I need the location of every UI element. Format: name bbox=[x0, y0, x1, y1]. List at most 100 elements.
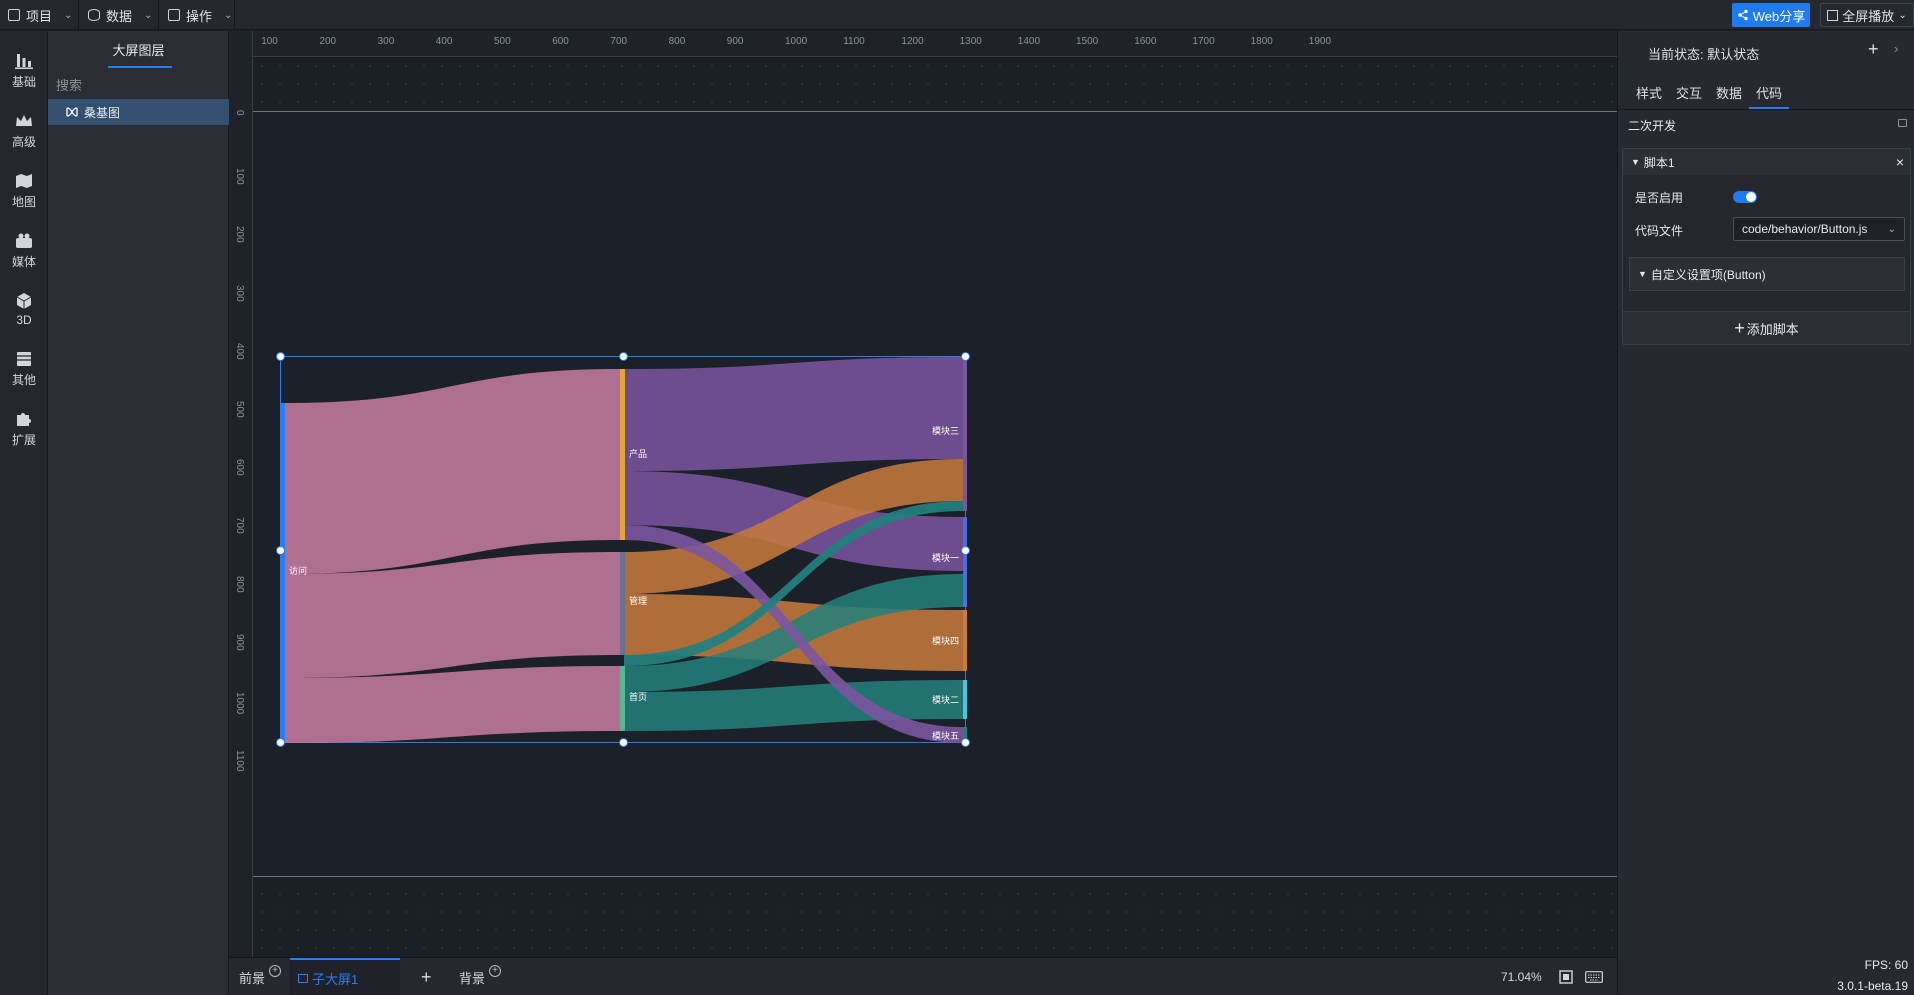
sankey-node-label: 产品 bbox=[629, 448, 647, 459]
enabled-toggle[interactable] bbox=[1733, 191, 1757, 203]
ruler-tick-label: 1000 bbox=[785, 36, 808, 47]
category-other[interactable]: 其他 bbox=[0, 341, 48, 397]
vertical-ruler[interactable]: 0 100 200 300 400 500 600 700 800 900 1000 1100 bbox=[229, 31, 253, 957]
menu-data-label: 数据 bbox=[106, 8, 133, 24]
add-circle-icon[interactable]: + bbox=[489, 965, 502, 977]
script-header[interactable]: ▼ 脚本1 × bbox=[1623, 149, 1910, 175]
fit-screen-button[interactable] bbox=[1559, 958, 1573, 995]
layer-search-input[interactable] bbox=[56, 73, 221, 97]
chevron-down-icon: ⌄ bbox=[1898, 9, 1907, 21]
tab-code[interactable]: 代码 bbox=[1756, 83, 1782, 102]
resize-handle-l[interactable] bbox=[276, 546, 285, 555]
menu-project-label: 项目 bbox=[26, 8, 53, 24]
fit-screen-icon bbox=[1559, 970, 1573, 984]
camera-icon bbox=[16, 233, 32, 248]
ruler-tick-label: 300 bbox=[377, 36, 395, 47]
add-circle-icon[interactable]: + bbox=[269, 965, 282, 977]
layer-item-sankey[interactable]: 桑基图 bbox=[48, 99, 229, 125]
sankey-node-module1[interactable] bbox=[963, 517, 967, 607]
layer-panel-title[interactable]: 大屏图层 bbox=[48, 31, 229, 67]
sankey-link[interactable] bbox=[624, 357, 963, 471]
zoom-value: 71.04% bbox=[1501, 970, 1542, 984]
horizontal-ruler[interactable]: 100 200 300 400 500 600 700 800 900 1000 1100 1200 1… bbox=[229, 31, 1617, 57]
tab-style[interactable]: 样式 bbox=[1636, 83, 1662, 102]
table-icon bbox=[17, 352, 31, 366]
sankey-node-module3[interactable] bbox=[963, 357, 967, 511]
category-3d[interactable]: 3D bbox=[0, 281, 48, 337]
current-state-label: 当前状态: 默认状态 bbox=[1648, 47, 1760, 62]
ruler-tick-label: 600 bbox=[234, 459, 245, 476]
web-share-button[interactable]: Web分享 bbox=[1732, 3, 1810, 27]
sankey-node-source[interactable] bbox=[281, 403, 285, 743]
sankey-node-product[interactable] bbox=[620, 369, 625, 540]
category-other-label: 其他 bbox=[11, 373, 36, 387]
category-3d-label: 3D bbox=[16, 312, 32, 327]
sankey-node-label: 模块二 bbox=[932, 694, 959, 705]
resize-handle-bl[interactable] bbox=[276, 738, 285, 747]
resize-handle-r[interactable] bbox=[961, 546, 970, 555]
chevron-right-icon[interactable]: › bbox=[1894, 41, 1898, 56]
ruler-tick-label: 500 bbox=[234, 401, 245, 418]
category-extension[interactable]: 扩展 bbox=[0, 401, 48, 457]
tab-background[interactable]: 背景 + bbox=[459, 958, 502, 995]
ruler-tick-label: 700 bbox=[610, 36, 628, 47]
editor-canvas[interactable]: 访问 产品 管理 首页 模块三 模块一 模块四 模块二 模块五 bbox=[253, 57, 1617, 957]
database-icon bbox=[88, 9, 100, 21]
script-panel: ▼ 脚本1 × 是否启用 代码文件 code/behavior/Button.j… bbox=[1622, 148, 1911, 330]
add-state-button[interactable]: + bbox=[1868, 39, 1879, 60]
ruler-tick-label: 400 bbox=[435, 36, 453, 47]
fullscreen-button[interactable]: 全屏播放 ⌄ bbox=[1820, 3, 1914, 27]
tab-background-label: 背景 bbox=[459, 970, 486, 986]
caret-down-icon: ▼ bbox=[1631, 157, 1640, 167]
resize-handle-b[interactable] bbox=[619, 738, 628, 747]
ruler-tick-label: 500 bbox=[494, 36, 511, 47]
add-subscreen-button[interactable]: + bbox=[421, 958, 432, 995]
ruler-tick-label: 100 bbox=[261, 36, 278, 47]
lock-icon[interactable] bbox=[1898, 119, 1907, 127]
menu-data[interactable]: 数据 ⌄ bbox=[88, 0, 152, 30]
ruler-tick-label: 900 bbox=[234, 633, 245, 651]
keyboard-shortcuts-button[interactable] bbox=[1585, 958, 1603, 995]
fps-counter: FPS: 60 bbox=[1864, 958, 1908, 972]
tab-foreground[interactable]: 前景 + bbox=[239, 958, 282, 995]
ruler-tick-label: 1100 bbox=[234, 750, 245, 772]
resize-handle-t[interactable] bbox=[619, 352, 628, 361]
sankey-link[interactable] bbox=[285, 369, 620, 574]
sankey-chart[interactable]: 访问 产品 管理 首页 模块三 模块一 模块四 模块二 模块五 bbox=[276, 352, 970, 747]
sankey-node-label: 首页 bbox=[629, 691, 647, 702]
ruler-tick-label: 900 bbox=[726, 36, 744, 47]
caret-down-icon: ▼ bbox=[1638, 269, 1647, 279]
close-icon[interactable]: × bbox=[1896, 154, 1904, 170]
code-file-select[interactable]: code/behavior/Button.js ⌄ bbox=[1733, 217, 1905, 241]
category-basic[interactable]: 基础 bbox=[0, 43, 48, 99]
screen-area[interactable]: 访问 产品 管理 首页 模块三 模块一 模块四 模块二 模块五 bbox=[253, 111, 1617, 877]
sankey-node-label: 模块四 bbox=[932, 635, 959, 646]
tab-subscreen[interactable]: 子大屏1 bbox=[290, 958, 400, 995]
ruler-tick-label: 0 bbox=[234, 110, 245, 116]
tab-interaction[interactable]: 交互 bbox=[1676, 83, 1702, 102]
divider bbox=[78, 0, 79, 30]
tab-data[interactable]: 数据 bbox=[1716, 83, 1742, 102]
custom-options-section[interactable]: ▼ 自定义设置项(Button) bbox=[1629, 257, 1905, 291]
add-script-label: 添加脚本 bbox=[1746, 321, 1799, 337]
ruler-tick-label: 200 bbox=[319, 36, 337, 47]
custom-options-label: 自定义设置项(Button) bbox=[1650, 267, 1766, 282]
sankey-node-management[interactable] bbox=[620, 552, 625, 655]
sankey-link[interactable] bbox=[285, 666, 620, 743]
category-map[interactable]: 地图 bbox=[0, 163, 48, 219]
plus-icon: + bbox=[1734, 318, 1745, 338]
menu-project[interactable]: 项目 ⌄ bbox=[8, 0, 72, 30]
ruler-tick-label: 1600 bbox=[1134, 36, 1157, 47]
menu-operation[interactable]: 操作 ⌄ bbox=[168, 0, 232, 30]
category-media[interactable]: 媒体 bbox=[0, 223, 48, 279]
add-script-button[interactable]: + 添加脚本 bbox=[1622, 311, 1911, 345]
sankey-node-module2[interactable] bbox=[963, 680, 967, 719]
sankey-node-home[interactable] bbox=[620, 666, 625, 731]
web-share-label: Web分享 bbox=[1752, 8, 1806, 24]
resize-handle-tl[interactable] bbox=[276, 352, 285, 361]
sankey-node-module4[interactable] bbox=[963, 610, 967, 671]
resize-handle-br[interactable] bbox=[961, 738, 970, 747]
category-advanced[interactable]: 高级 bbox=[0, 103, 48, 159]
map-icon bbox=[16, 174, 32, 188]
resize-handle-tr[interactable] bbox=[961, 352, 970, 361]
